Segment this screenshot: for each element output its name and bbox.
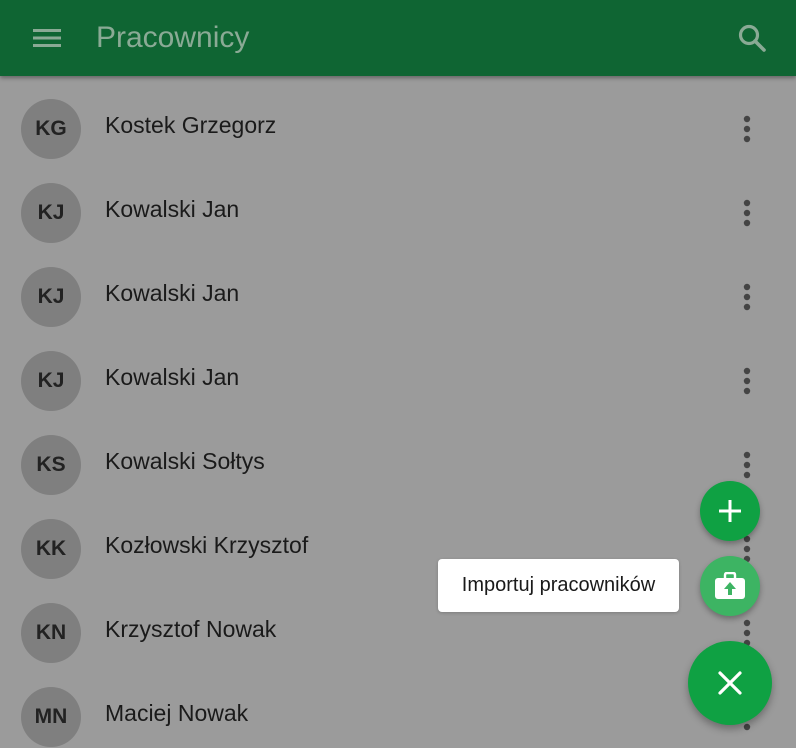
avatar: KJ (21, 267, 81, 327)
import-employees-label[interactable]: Importuj pracowników (438, 559, 679, 612)
list-item[interactable]: KJ Kowalski Jan (0, 328, 796, 412)
list-item[interactable]: KJ Kowalski Jan (0, 160, 796, 244)
list-item[interactable]: KJ Kowalski Jan (0, 244, 796, 328)
close-icon (718, 671, 742, 695)
more-options-button[interactable] (730, 448, 764, 482)
employee-name: Kozłowski Krzysztof (105, 532, 309, 558)
more-options-button[interactable] (730, 364, 764, 398)
more-vertical-icon (743, 115, 751, 143)
app-bar: Pracownicy (0, 0, 796, 76)
import-employees-button[interactable] (700, 556, 760, 616)
close-fab-menu-button[interactable] (688, 641, 772, 725)
search-button[interactable] (728, 16, 776, 60)
avatar: MN (21, 687, 81, 747)
employee-name: Kowalski Jan (105, 364, 240, 390)
avatar: KG (21, 99, 81, 159)
more-options-button[interactable] (730, 112, 764, 146)
employee-list: KG Kostek Grzegorz KJ Kowalski Jan KJ Ko… (0, 76, 796, 748)
employee-name: Krzysztof Nowak (105, 616, 277, 642)
briefcase-upload-icon (715, 572, 745, 599)
more-vertical-icon (743, 199, 751, 227)
menu-button[interactable] (22, 16, 72, 60)
avatar: KJ (21, 351, 81, 411)
hamburger-menu-icon (33, 29, 61, 47)
list-item[interactable]: KS Kowalski Sołtys (0, 412, 796, 496)
plus-icon (719, 500, 741, 522)
list-item[interactable]: MN Maciej Nowak (0, 664, 796, 748)
more-options-button[interactable] (730, 280, 764, 314)
avatar: KJ (21, 183, 81, 243)
page-title: Pracownicy (96, 21, 250, 54)
employee-name: Kowalski Jan (105, 196, 240, 222)
more-vertical-icon (743, 283, 751, 311)
employee-name: Kostek Grzegorz (105, 112, 277, 138)
more-vertical-icon (743, 367, 751, 395)
avatar: KN (21, 603, 81, 663)
add-employee-button[interactable] (700, 481, 760, 541)
list-item[interactable]: KG Kostek Grzegorz (0, 76, 796, 160)
more-vertical-icon (743, 451, 751, 479)
avatar: KK (21, 519, 81, 579)
employee-name: Kowalski Jan (105, 280, 240, 306)
employee-name: Maciej Nowak (105, 700, 249, 726)
search-icon (738, 24, 766, 52)
avatar: KS (21, 435, 81, 495)
employee-name: Kowalski Sołtys (105, 448, 265, 474)
more-options-button[interactable] (730, 196, 764, 230)
